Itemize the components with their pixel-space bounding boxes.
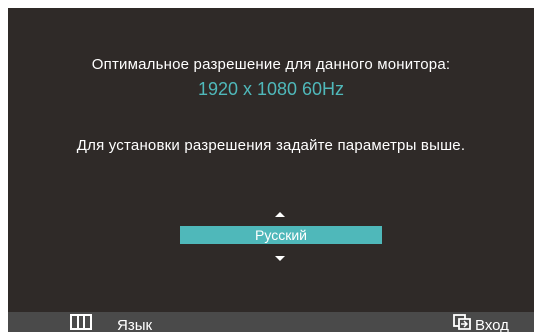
enter-icon — [453, 314, 471, 332]
bottom-bar: Язык Вход — [8, 312, 534, 332]
menu-icon — [70, 314, 92, 332]
language-menu-label: Язык — [117, 317, 153, 332]
language-select[interactable]: Русский — [180, 226, 382, 244]
osd-window: Оптимальное разрешение для данного монит… — [8, 8, 534, 332]
up-arrow-icon[interactable] — [275, 212, 285, 217]
enter-label: Вход — [475, 317, 509, 332]
optimal-resolution-message: Оптимальное разрешение для данного монит… — [91, 56, 451, 73]
language-menu-button[interactable]: Язык — [70, 312, 152, 332]
resolution-hint-message: Для установки разрешения задайте парамет… — [76, 137, 466, 154]
enter-button[interactable]: Вход — [453, 312, 509, 332]
optimal-resolution-value: 1920 x 1080 60Hz — [197, 79, 345, 99]
down-arrow-icon[interactable] — [275, 256, 285, 261]
